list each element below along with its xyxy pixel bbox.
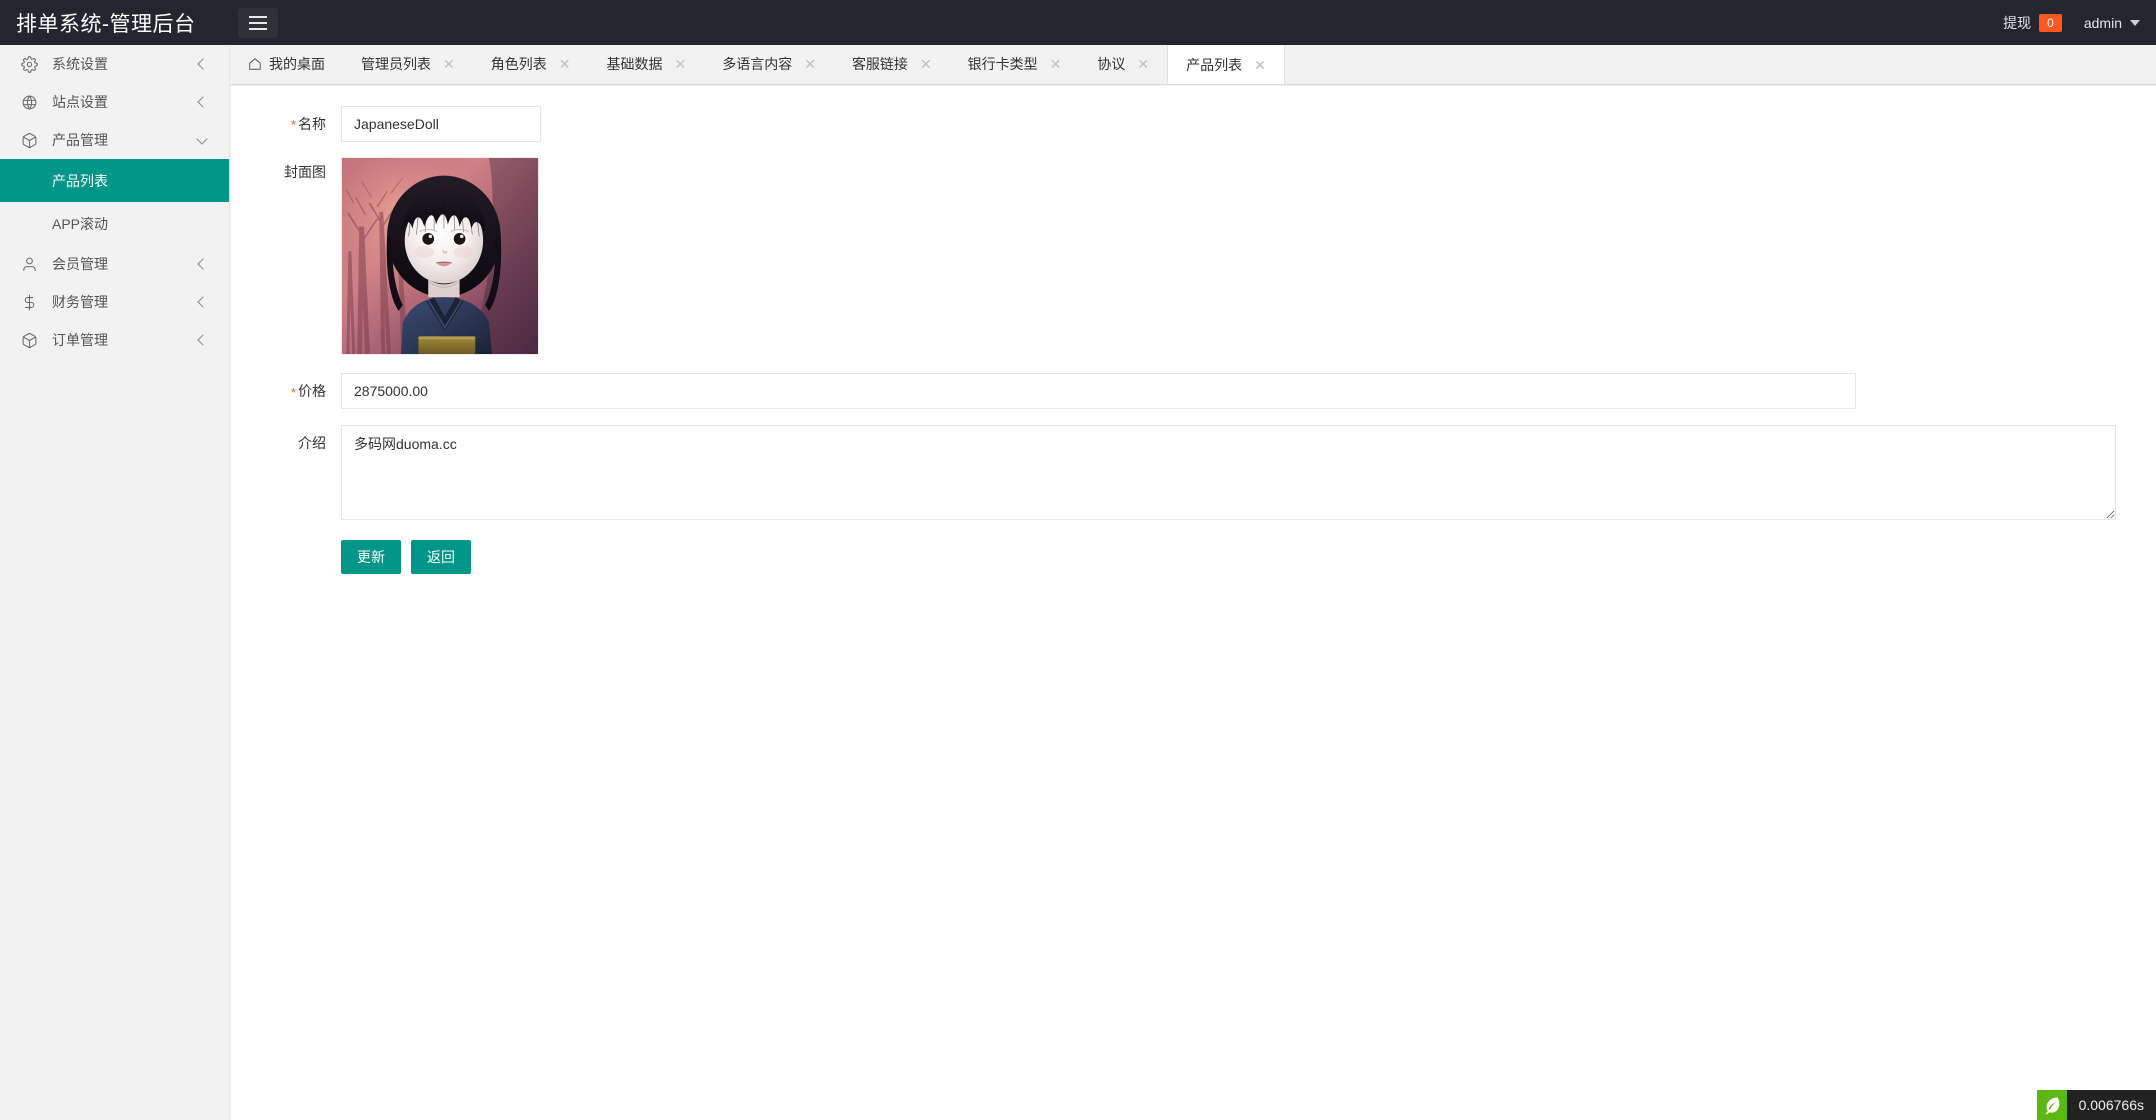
form-row-name: 名称 [231, 106, 2156, 143]
sidebar-item-label: 系统设置 [52, 56, 108, 72]
sidebar-item-label: 财务管理 [52, 294, 108, 310]
tab-label: 多语言内容 [722, 56, 793, 72]
close-icon[interactable]: ✕ [1137, 57, 1149, 71]
close-icon[interactable]: ✕ [559, 57, 571, 71]
intro-label: 介绍 [298, 434, 326, 451]
sidebar-nav: 系统设置 站点设置 产品管理 产品列表 APP滚动 会员管理 财务管理 订单管理 [0, 45, 230, 1120]
chevron-down-icon [197, 135, 207, 145]
header-actions: 提现 0 admin [2003, 0, 2156, 45]
user-menu[interactable]: admin [2084, 15, 2140, 31]
tab-my-desktop[interactable]: 我的桌面 [230, 45, 343, 84]
intro-textarea[interactable] [341, 424, 2116, 520]
tab-label: 角色列表 [490, 56, 547, 72]
hamburger-line [249, 21, 267, 24]
price-label: 价格 [231, 373, 341, 410]
tab-label: 管理员列表 [361, 56, 431, 72]
globe-icon [18, 91, 40, 113]
form-row-cover: 封面图 [231, 157, 2156, 356]
tab-label: 基础数据 [606, 56, 663, 72]
withdraw-button[interactable]: 提现 0 [2003, 13, 2062, 33]
close-icon[interactable]: ✕ [674, 57, 686, 71]
debug-toolbar[interactable]: 0.006766s [2036, 1090, 2156, 1120]
cover-label: 封面图 [284, 164, 326, 181]
form-row-actions: 更新 返回 [231, 539, 2156, 574]
sidebar-item-system-settings[interactable]: 系统设置 [0, 45, 229, 83]
user-icon [18, 253, 40, 275]
tab-label: 我的桌面 [269, 56, 325, 72]
sidebar-item-label: 产品管理 [52, 132, 108, 148]
hamburger-line [249, 27, 267, 30]
tab-agreement[interactable]: 协议 ✕ [1079, 45, 1167, 84]
sidebar-subitem-label: APP滚动 [52, 215, 109, 232]
sidebar-item-label: 订单管理 [52, 332, 108, 348]
name-input[interactable] [341, 106, 541, 142]
chevron-left-icon [197, 297, 207, 307]
sidebar-item-label: 站点设置 [52, 94, 108, 110]
close-icon[interactable]: ✕ [1254, 58, 1266, 72]
form-row-price: 价格 [231, 373, 2156, 410]
home-icon [248, 57, 262, 71]
gear-icon [18, 53, 40, 75]
tab-product-list[interactable]: 产品列表 ✕ [1167, 45, 1285, 84]
update-button[interactable]: 更新 [341, 539, 401, 574]
close-icon[interactable]: ✕ [1050, 57, 1062, 71]
sidebar-item-site-settings[interactable]: 站点设置 [0, 83, 229, 121]
japanese-doll-artwork [342, 158, 538, 355]
leaf-icon [2036, 1090, 2067, 1120]
tab-basic-data[interactable]: 基础数据 ✕ [588, 45, 704, 84]
sidebar-item-label: 会员管理 [52, 256, 108, 272]
name-label: 名称 [231, 106, 341, 143]
price-input[interactable] [341, 373, 1856, 410]
sidebar-item-finance-management[interactable]: 财务管理 [0, 283, 229, 321]
chevron-left-icon [197, 97, 207, 107]
chevron-left-icon [197, 259, 207, 269]
sidebar-item-app-scroll[interactable]: APP滚动 [0, 202, 229, 245]
sidebar-subitem-label: 产品列表 [52, 172, 108, 189]
close-icon[interactable]: ✕ [443, 57, 455, 71]
tab-multilang-content[interactable]: 多语言内容 ✕ [704, 45, 834, 84]
cover-image-thumbnail[interactable] [341, 157, 539, 356]
tab-admin-list[interactable]: 管理员列表 ✕ [343, 45, 473, 84]
tab-bank-card-type[interactable]: 银行卡类型 ✕ [950, 45, 1080, 84]
tab-label: 产品列表 [1186, 57, 1243, 73]
hamburger-line [249, 15, 267, 18]
form-actions: 更新 返回 [341, 539, 471, 574]
tab-label: 银行卡类型 [967, 56, 1038, 72]
cube-icon [18, 329, 40, 351]
tab-label: 客服链接 [851, 56, 908, 72]
withdraw-count-badge: 0 [2039, 13, 2062, 32]
debug-render-time: 0.006766s [2078, 1097, 2144, 1113]
sidebar-item-order-management[interactable]: 订单管理 [0, 321, 229, 359]
tab-label: 协议 [1097, 56, 1126, 72]
withdraw-label: 提现 [2003, 14, 2032, 31]
close-icon[interactable]: ✕ [804, 57, 816, 71]
cube-icon [18, 129, 40, 151]
sidebar-item-product-list[interactable]: 产品列表 [0, 159, 229, 202]
chevron-left-icon [197, 59, 207, 69]
tab-support-link[interactable]: 客服链接 ✕ [834, 45, 950, 84]
top-header: 排单系统-管理后台 提现 0 admin [0, 0, 2156, 45]
tab-bar: 我的桌面 管理员列表 ✕ 角色列表 ✕ 基础数据 ✕ 多语言内容 ✕ 客服链接 … [230, 45, 2156, 85]
form-row-intro: 介绍 [231, 424, 2156, 520]
close-icon[interactable]: ✕ [920, 57, 932, 71]
back-button[interactable]: 返回 [411, 539, 471, 574]
tab-role-list[interactable]: 角色列表 ✕ [473, 45, 589, 84]
dollar-icon [18, 291, 40, 313]
product-edit-form: 名称 封面图 [231, 86, 2156, 1120]
sidebar-item-member-management[interactable]: 会员管理 [0, 245, 229, 283]
chevron-down-icon [2130, 19, 2140, 26]
hamburger-icon[interactable] [238, 7, 278, 38]
chevron-left-icon [197, 335, 207, 345]
user-name-label: admin [2083, 14, 2122, 31]
sidebar-item-product-management[interactable]: 产品管理 [0, 121, 229, 159]
app-title: 排单系统-管理后台 [16, 12, 196, 36]
